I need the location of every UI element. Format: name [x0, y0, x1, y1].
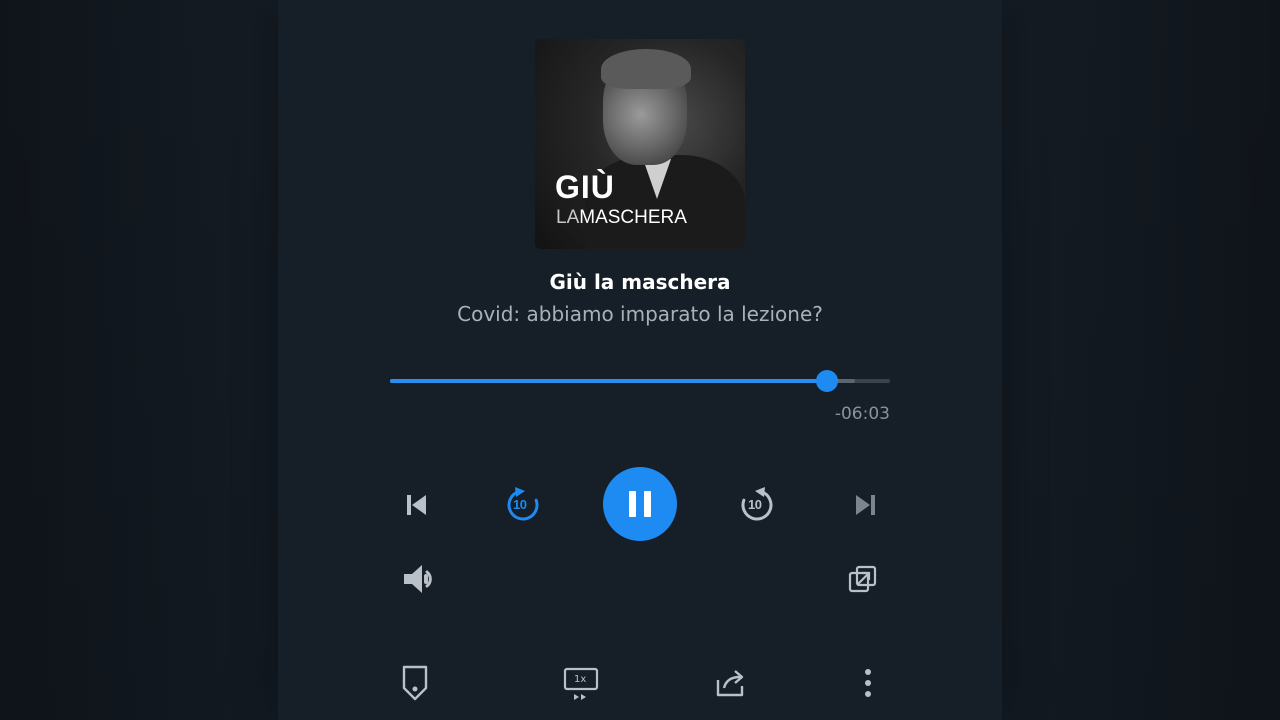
playback-speed-button[interactable]: 1x	[561, 664, 601, 704]
artwork-subtitle: LAMASCHERA	[556, 207, 687, 229]
bookmark-button[interactable]	[396, 662, 434, 704]
artwork-figure-hair	[601, 49, 691, 89]
skip-next-icon	[856, 495, 875, 515]
artwork-title: GIÙ	[555, 169, 615, 205]
share-icon	[716, 670, 744, 697]
progress-thumb[interactable]	[816, 370, 838, 392]
volume-icon	[404, 565, 432, 593]
previous-button[interactable]	[398, 488, 434, 522]
forward-10-button[interactable]: 10	[736, 484, 778, 526]
volume-button[interactable]	[398, 560, 444, 598]
more-options-button[interactable]	[856, 664, 880, 702]
more-vertical-icon	[865, 669, 871, 697]
episode-title: Covid: abbiamo imparato la lezione?	[457, 302, 823, 326]
rewind-10-button[interactable]: 10	[502, 484, 544, 526]
podcast-artwork: GIÙ LAMASCHERA	[535, 39, 745, 249]
artwork-subtitle-prefix: LA	[556, 207, 580, 228]
rewind-seconds: 10	[513, 497, 527, 512]
progress-slider[interactable]	[390, 370, 890, 392]
playback-speed-label: 1x	[574, 674, 587, 685]
pause-icon	[629, 491, 651, 517]
bookmark-icon	[402, 665, 428, 701]
artwork-subtitle-rest: MASCHERA	[579, 207, 687, 228]
share-button[interactable]	[712, 664, 750, 702]
podcast-title: Giù la maschera	[549, 270, 731, 294]
open-external-icon	[848, 565, 877, 593]
skip-previous-icon	[407, 495, 426, 515]
next-button[interactable]	[848, 488, 884, 522]
progress-played	[390, 379, 827, 383]
pause-button[interactable]	[603, 467, 677, 541]
open-external-button[interactable]	[844, 561, 882, 597]
time-remaining: -06:03	[834, 404, 890, 424]
forward-seconds: 10	[748, 497, 762, 512]
